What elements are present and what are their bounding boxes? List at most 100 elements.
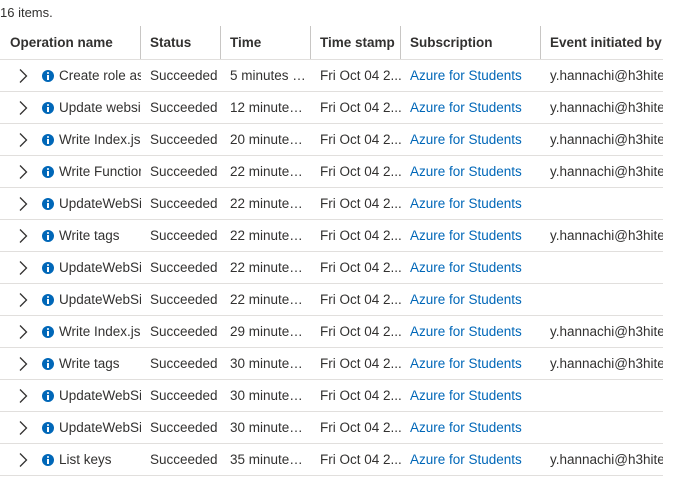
time-cell: 12 minutes ago — [230, 100, 311, 115]
subscription-link[interactable]: Azure for Students — [401, 316, 541, 347]
chevron-right-icon[interactable] — [16, 356, 30, 372]
time-cell: 30 minutes ago — [230, 356, 311, 371]
column-header-event-initiated-by[interactable]: Event initiated by — [541, 26, 663, 59]
grid-header: Operation name Status Time Time stamp Su… — [0, 26, 663, 60]
chevron-right-icon[interactable] — [16, 132, 30, 148]
operation-name-cell: Write tags — [59, 356, 120, 371]
chevron-right-icon[interactable] — [16, 452, 30, 468]
column-header-time[interactable]: Time — [221, 26, 311, 59]
subscription-link[interactable]: Azure for Students — [401, 348, 541, 379]
event-initiated-by-cell — [541, 284, 663, 315]
status-cell: Succeeded — [150, 164, 218, 179]
table-row[interactable]: UpdateWebSites Succeeded 22 minutes ago Fri… — [0, 252, 663, 284]
status-cell: Succeeded — [150, 228, 218, 243]
subscription-link[interactable]: Azure for Students — [401, 380, 541, 411]
operation-name-cell: Write Index.js — [59, 132, 141, 147]
chevron-right-icon[interactable] — [16, 68, 30, 84]
event-initiated-by-cell: y.hannachi@h3hitema.fr — [550, 452, 663, 467]
table-row[interactable]: UpdateWebSites Succeeded 22 minutes ago Fri… — [0, 188, 663, 220]
chevron-right-icon[interactable] — [16, 196, 30, 212]
time-cell: 22 minutes ago — [230, 260, 311, 275]
time-cell: 5 minutes ago — [230, 68, 311, 83]
chevron-right-icon[interactable] — [16, 324, 30, 340]
subscription-link[interactable]: Azure for Students — [401, 156, 541, 187]
chevron-right-icon[interactable] — [16, 420, 30, 436]
activity-log-grid: Operation name Status Time Time stamp Su… — [0, 26, 663, 480]
time-stamp-cell: Fri Oct 04 2... — [320, 132, 401, 147]
chevron-right-icon[interactable] — [16, 100, 30, 116]
event-initiated-by-cell: y.hannachi@h3hitema.fr — [550, 324, 663, 339]
status-cell: Succeeded — [150, 132, 218, 147]
status-cell: Succeeded — [150, 260, 218, 275]
time-cell: 30 minutes ago — [230, 420, 311, 435]
table-row[interactable]: Write Index.js Succeeded 29 minutes ago Fri… — [0, 316, 663, 348]
event-initiated-by-cell: y.hannachi@h3hitema.fr — [550, 356, 663, 371]
chevron-right-icon[interactable] — [16, 292, 30, 308]
subscription-link[interactable]: Azure for Students — [401, 284, 541, 315]
info-icon — [42, 262, 54, 274]
event-initiated-by-cell — [541, 412, 663, 443]
info-icon — [42, 70, 54, 82]
status-cell: Succeeded — [150, 196, 218, 211]
column-header-time-stamp[interactable]: Time stamp — [311, 26, 401, 59]
subscription-link[interactable]: Azure for Students — [401, 444, 541, 475]
table-row[interactable]: Update website Succeeded 12 minutes ago Fri… — [0, 92, 663, 124]
table-row[interactable]: List keys Succeeded 35 minutes ago Fri Oct … — [0, 444, 663, 476]
column-header-subscription[interactable]: Subscription — [401, 26, 541, 59]
table-row[interactable]: UpdateWebSites Succeeded 30 minutes ago Fri… — [0, 412, 663, 444]
time-cell: 35 minutes ago — [230, 452, 311, 467]
info-icon — [42, 198, 54, 210]
time-cell: 22 minutes ago — [230, 164, 311, 179]
info-icon — [42, 230, 54, 242]
column-header-operation-name[interactable]: Operation name — [0, 26, 141, 59]
time-cell: 22 minutes ago — [230, 228, 311, 243]
info-icon — [42, 422, 54, 434]
subscription-link[interactable]: Azure for Students — [401, 188, 541, 219]
status-cell: Succeeded — [150, 356, 218, 371]
status-cell: Succeeded — [150, 452, 218, 467]
time-stamp-cell: Fri Oct 04 2... — [320, 100, 401, 115]
event-initiated-by-cell — [541, 188, 663, 219]
chevron-right-icon[interactable] — [16, 228, 30, 244]
status-cell: Succeeded — [150, 324, 218, 339]
event-initiated-by-cell: y.hannachi@h3hitema.fr — [550, 68, 663, 83]
chevron-right-icon[interactable] — [16, 260, 30, 276]
time-stamp-cell: Fri Oct 04 2... — [320, 324, 401, 339]
subscription-link[interactable]: Azure for Students — [401, 220, 541, 251]
table-row[interactable]: Write tags Succeeded 22 minutes ago Fri Oct… — [0, 220, 663, 252]
operation-name-cell: UpdateWebSites — [59, 292, 141, 307]
time-cell: 30 minutes ago — [230, 388, 311, 403]
column-header-status[interactable]: Status — [141, 26, 221, 59]
event-initiated-by-cell: y.hannachi@h3hitema.fr — [550, 132, 663, 147]
table-row[interactable]: Write Index.js Succeeded 20 minutes ago Fri… — [0, 124, 663, 156]
table-row[interactable]: Write Function Succeeded 22 minutes ago Fri… — [0, 156, 663, 188]
event-initiated-by-cell — [541, 252, 663, 283]
table-row[interactable]: Write tags Succeeded 30 minutes ago Fri Oct… — [0, 348, 663, 380]
info-icon — [42, 166, 54, 178]
time-stamp-cell: Fri Oct 04 2... — [320, 420, 401, 435]
table-row[interactable]: UpdateWebSites Succeeded 22 minutes ago Fri… — [0, 284, 663, 316]
status-cell: Succeeded — [150, 68, 218, 83]
info-icon — [42, 358, 54, 370]
time-stamp-cell: Fri Oct 04 2... — [320, 196, 401, 211]
info-icon — [42, 390, 54, 402]
time-stamp-cell: Fri Oct 04 2... — [320, 356, 401, 371]
table-row[interactable]: Create role assignment Succeeded 5 minutes… — [0, 60, 663, 92]
status-cell: Succeeded — [150, 388, 218, 403]
operation-name-cell: UpdateWebSites — [59, 388, 141, 403]
subscription-link[interactable]: Azure for Students — [401, 412, 541, 443]
event-initiated-by-cell: y.hannachi@h3hitema.fr — [550, 100, 663, 115]
table-row[interactable]: UpdateWebSites Succeeded 30 minutes ago Fri… — [0, 380, 663, 412]
subscription-link[interactable]: Azure for Students — [401, 124, 541, 155]
operation-name-cell: Create role assignment — [59, 68, 141, 83]
event-initiated-by-cell: y.hannachi@h3hitema.fr — [550, 228, 663, 243]
operation-name-cell: Write tags — [59, 228, 120, 243]
operation-name-cell: Update website — [59, 100, 141, 115]
subscription-link[interactable]: Azure for Students — [401, 60, 541, 91]
time-stamp-cell: Fri Oct 04 2... — [320, 228, 401, 243]
subscription-link[interactable]: Azure for Students — [401, 92, 541, 123]
chevron-right-icon[interactable] — [16, 164, 30, 180]
event-initiated-by-cell: y.hannachi@h3hitema.fr — [550, 164, 663, 179]
subscription-link[interactable]: Azure for Students — [401, 252, 541, 283]
chevron-right-icon[interactable] — [16, 388, 30, 404]
